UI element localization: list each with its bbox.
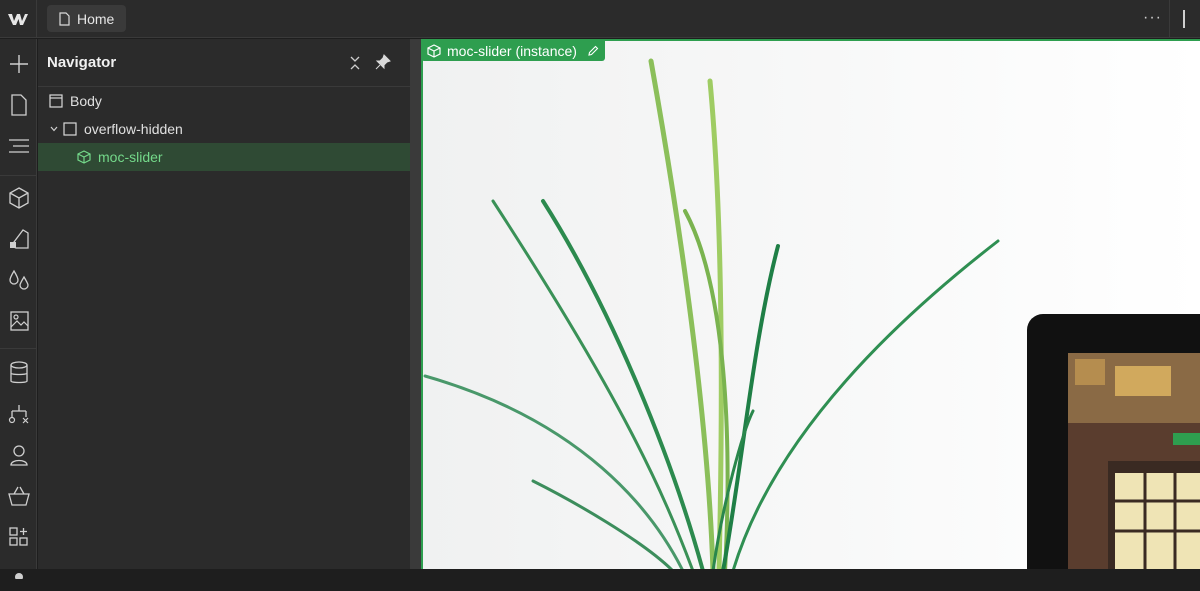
more-options-button[interactable]: ··· [1143,9,1162,27]
body-icon [49,94,63,108]
topbar-divider [1169,0,1170,38]
collapse-all-icon[interactable] [349,55,361,71]
tree-item-label: overflow-hidden [84,121,183,137]
tree-item-body[interactable]: Body [38,87,410,115]
assets-icon [9,311,29,331]
webflow-logo[interactable] [0,0,37,38]
component-instance-icon [427,43,441,58]
selection-label-text: moc-slider (instance) [447,42,577,59]
logic-icon [8,405,28,424]
page-icon [59,11,70,26]
add-icon [9,55,28,73]
tree-item-label: Body [70,93,102,109]
navigator-button[interactable] [0,129,37,163]
style-selectors-button[interactable] [0,222,37,256]
navigator-title: Navigator [47,54,117,71]
webflow-logo-icon [8,14,28,25]
rail-divider [0,348,37,349]
slider-image [423,41,1200,569]
users-icon [9,445,28,466]
style-selectors-icon [9,229,29,249]
chevron-down-icon[interactable] [49,124,59,134]
variables-icon [8,269,29,290]
add-elements-button[interactable] [0,47,37,81]
design-canvas[interactable] [421,39,1200,569]
pin-icon[interactable] [375,54,391,70]
components-button[interactable] [0,181,37,215]
component-instance-icon [77,150,91,164]
div-block-icon [63,122,77,136]
tree-item-label: moc-slider [98,149,163,165]
components-icon [8,187,29,209]
users-button[interactable] [0,438,37,472]
logic-button[interactable] [0,397,37,431]
help-icon [14,573,23,579]
cms-button[interactable] [0,356,37,390]
page-tab-label: Home [77,10,115,27]
ecommerce-button[interactable] [0,479,37,513]
help-button[interactable] [0,557,37,591]
tree-item-overflow-hidden[interactable]: overflow-hidden [38,115,410,143]
tree-item-moc-slider[interactable]: moc-slider [38,143,410,171]
navigator-panel: Navigator Body overflow-hidden moc-slide… [38,39,410,569]
edit-pencil-icon[interactable] [587,45,599,57]
selection-label[interactable]: moc-slider (instance) [421,40,605,61]
cms-icon [9,361,28,384]
pages-button[interactable] [0,88,37,122]
assets-button[interactable] [0,304,37,338]
pages-icon [10,94,27,116]
panel-edge-icon[interactable] [1183,10,1195,28]
left-toolbar [0,39,37,579]
apps-button[interactable] [0,520,37,554]
panel-resize-handle[interactable] [410,39,421,569]
navigator-icon [8,139,29,153]
ecommerce-icon [7,486,30,506]
variables-button[interactable] [0,263,37,297]
rail-divider [0,175,37,176]
apps-icon [8,527,28,546]
page-selector-button[interactable]: Home [47,5,126,32]
navigator-header: Navigator [38,39,410,87]
top-bar: Home ··· [0,0,1200,38]
